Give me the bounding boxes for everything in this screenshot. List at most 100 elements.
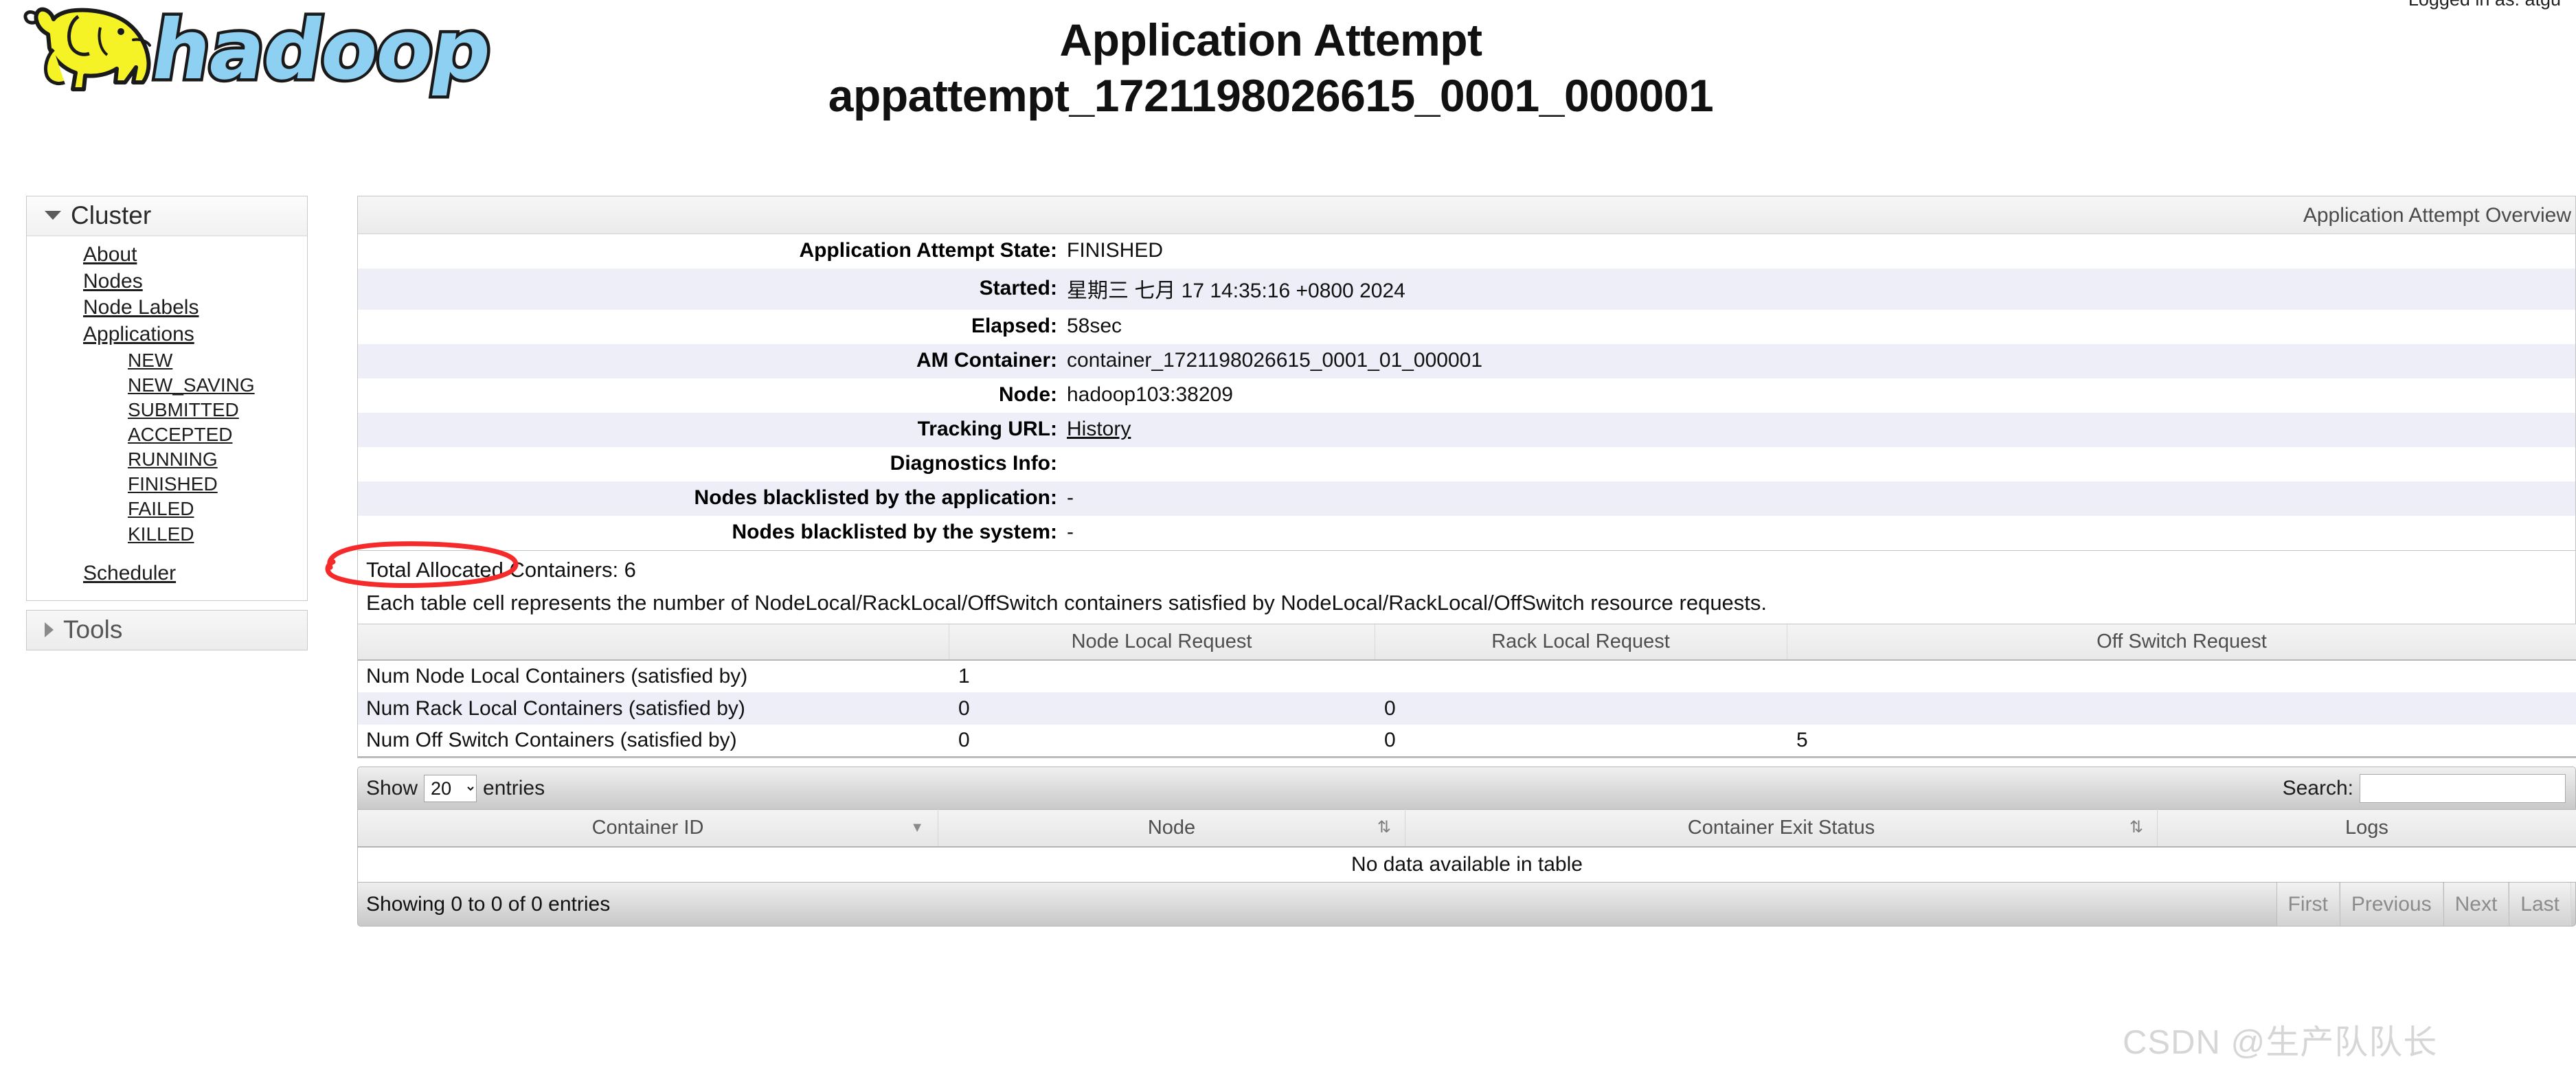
search-label: Search: <box>2282 776 2353 799</box>
sidebar-tools-title: Tools <box>63 615 123 644</box>
column-label-node: Node <box>1147 816 1196 839</box>
column-header-container-id[interactable]: Container ID ▼ <box>357 809 938 848</box>
sidebar-item-killed[interactable]: KILLED <box>27 522 307 547</box>
matrix-header-rack-local: Rack Local Request <box>1375 624 1787 661</box>
table-row: Nodes blacklisted by the system: - <box>358 516 2575 550</box>
page-root: hadoop Application Attempt appattempt_17… <box>0 0 2576 1079</box>
matrix-cell-0-1 <box>1375 660 1787 692</box>
pagination-last[interactable]: Last <box>2509 883 2571 926</box>
sidebar-item-about[interactable]: About <box>27 242 307 269</box>
matrix-cell-2-0: 0 <box>949 725 1375 758</box>
column-header-logs[interactable]: Logs <box>2157 809 2576 848</box>
overview-table: Application Attempt State: FINISHED Star… <box>358 234 2575 550</box>
entries-label: entries <box>483 776 545 799</box>
sidebar-cluster-header[interactable]: Cluster <box>27 196 307 236</box>
sidebar-panel-tools: Tools <box>26 610 308 651</box>
table-row: Elapsed: 58sec <box>358 310 2575 344</box>
overview-value-started: 星期三 七月 17 14:35:16 +0800 2024 <box>1067 280 1405 302</box>
overview-value-blacklist-app: - <box>1067 486 1074 509</box>
overview-label-am-container: AM Container: <box>916 349 1057 372</box>
overview-label-tracking-url: Tracking URL: <box>917 418 1057 440</box>
sidebar-item-applications[interactable]: Applications <box>27 321 307 348</box>
pagination-first[interactable]: First <box>2276 883 2340 926</box>
sidebar-item-accepted[interactable]: ACCEPTED <box>27 422 307 447</box>
overview-label-diagnostics: Diagnostics Info: <box>890 452 1057 475</box>
matrix-cell-0-0: 1 <box>958 665 970 688</box>
matrix-row-label-off-switch: Num Off Switch Containers (satisfied by) <box>358 725 949 758</box>
overview-label-state: Application Attempt State: <box>799 239 1057 262</box>
allocated-containers-description: Each table cell represents the number of… <box>366 591 1767 615</box>
table-row: Started: 星期三 七月 17 14:35:16 +0800 2024 <box>358 269 2575 310</box>
sidebar-item-node-labels[interactable]: Node Labels <box>27 295 307 321</box>
table-row: Tracking URL: History <box>358 413 2575 447</box>
chevron-down-icon <box>45 211 61 220</box>
sidebar-cluster-title: Cluster <box>71 201 152 229</box>
matrix-cell-1-0: 0 <box>958 696 970 720</box>
csdn-watermark: CSDN @生产队队长 <box>2123 1024 2438 1061</box>
logged-in-label: Logged in as: atgu <box>2408 0 2561 10</box>
overview-label-started: Started: <box>979 277 1057 299</box>
sidebar-item-nodes[interactable]: Nodes <box>27 269 307 295</box>
table-row-empty: No data available in table <box>357 846 2576 883</box>
page-title: Application Attempt appattempt_172119802… <box>440 12 2102 123</box>
table-row: Num Off Switch Containers (satisfied by)… <box>358 725 2576 758</box>
sidebar: Cluster About Nodes Node Labels Applicat… <box>26 196 308 659</box>
datatable-length-control: Show 20 40 60 80 100 entries <box>366 774 545 802</box>
sidebar-cluster-body: About Nodes Node Labels Applications NEW… <box>27 236 307 600</box>
sidebar-item-scheduler[interactable]: Scheduler <box>27 560 307 587</box>
datatable-search-control: Search: <box>2282 773 2566 803</box>
tracking-url-history-link[interactable]: History <box>1067 418 1131 440</box>
table-row: Nodes blacklisted by the application: - <box>358 481 2575 516</box>
datatable-footer: Showing 0 to 0 of 0 entries First Previo… <box>357 883 2576 927</box>
table-row: Node: hadoop103:38209 <box>358 378 2575 413</box>
sidebar-item-submitted[interactable]: SUBMITTED <box>27 398 307 422</box>
overview-value-am-container: container_1721198026615_0001_01_000001 <box>1067 349 1483 372</box>
sidebar-tools-header[interactable]: Tools <box>27 611 307 650</box>
sidebar-item-new-saving[interactable]: NEW_SAVING <box>27 373 307 398</box>
overview-value-state: FINISHED <box>1067 239 1164 262</box>
application-attempt-overview: Application Attempt Overview Application… <box>357 196 2576 551</box>
empty-message: No data available in table <box>357 846 2576 883</box>
overview-value-elapsed: 58sec <box>1067 315 1122 337</box>
search-input[interactable] <box>2360 773 2566 803</box>
containers-header-row: Container ID ▼ Node ⇅ Container Exit Sta… <box>357 809 2576 848</box>
sidebar-panel-cluster: Cluster About Nodes Node Labels Applicat… <box>26 196 308 602</box>
column-label-container-id: Container ID <box>591 816 704 839</box>
table-row: Num Rack Local Containers (satisfied by)… <box>358 692 2576 725</box>
sidebar-item-failed[interactable]: FAILED <box>27 497 307 521</box>
column-header-node[interactable]: Node ⇅ <box>938 809 1405 848</box>
page-length-select[interactable]: 20 40 60 80 100 <box>424 774 477 802</box>
allocated-containers-section: Total Allocated Containers: 6 Each table… <box>325 541 2576 624</box>
matrix-cell-2-1: 0 <box>1375 725 1787 758</box>
table-row: AM Container: container_1721198026615_00… <box>358 344 2575 378</box>
matrix-header-node-local: Node Local Request <box>949 624 1375 661</box>
page-title-line-2: appattempt_1721198026615_0001_000001 <box>828 69 1714 121</box>
matrix-cell-0-2 <box>1787 660 2576 692</box>
overview-label-elapsed: Elapsed: <box>971 315 1057 337</box>
matrix-header-blank <box>358 624 949 661</box>
overview-label-blacklist-system: Nodes blacklisted by the system: <box>732 521 1058 543</box>
table-row: Diagnostics Info: <box>358 447 2575 481</box>
pagination-previous[interactable]: Previous <box>2339 883 2443 926</box>
column-header-container-exit-status[interactable]: Container Exit Status ⇅ <box>1405 809 2158 848</box>
matrix-row-label-rack-local: Num Rack Local Containers (satisfied by) <box>366 696 745 720</box>
overview-value-tracking-url: History <box>1067 413 2575 447</box>
sort-desc-icon: ▼ <box>910 820 924 836</box>
matrix-header-row: Node Local Request Rack Local Request Of… <box>358 624 2576 661</box>
sort-both-icon: ⇅ <box>1377 818 1391 837</box>
datatable-toolbar: Show 20 40 60 80 100 entries Search: <box>357 766 2576 809</box>
show-label: Show <box>366 776 418 799</box>
matrix-cell-2-2: 5 <box>1787 725 2576 758</box>
page-title-line-1: Application Attempt <box>1059 14 1482 65</box>
table-row: Num Node Local Containers (satisfied by)… <box>358 660 2576 692</box>
matrix-row-label-node-local: Num Node Local Containers (satisfied by) <box>366 665 748 688</box>
overview-panel-title: Application Attempt Overview <box>358 196 2575 234</box>
pagination-next[interactable]: Next <box>2443 883 2509 926</box>
matrix-table: Node Local Request Rack Local Request Of… <box>358 624 2576 758</box>
sidebar-item-new[interactable]: NEW <box>27 348 307 373</box>
sidebar-item-running[interactable]: RUNNING <box>27 447 307 472</box>
overview-label-blacklist-app: Nodes blacklisted by the application: <box>694 486 1057 509</box>
main-content: Application Attempt Overview Application… <box>325 196 2576 927</box>
datatable-info: Showing 0 to 0 of 0 entries <box>366 892 611 916</box>
sidebar-item-finished[interactable]: FINISHED <box>27 472 307 497</box>
